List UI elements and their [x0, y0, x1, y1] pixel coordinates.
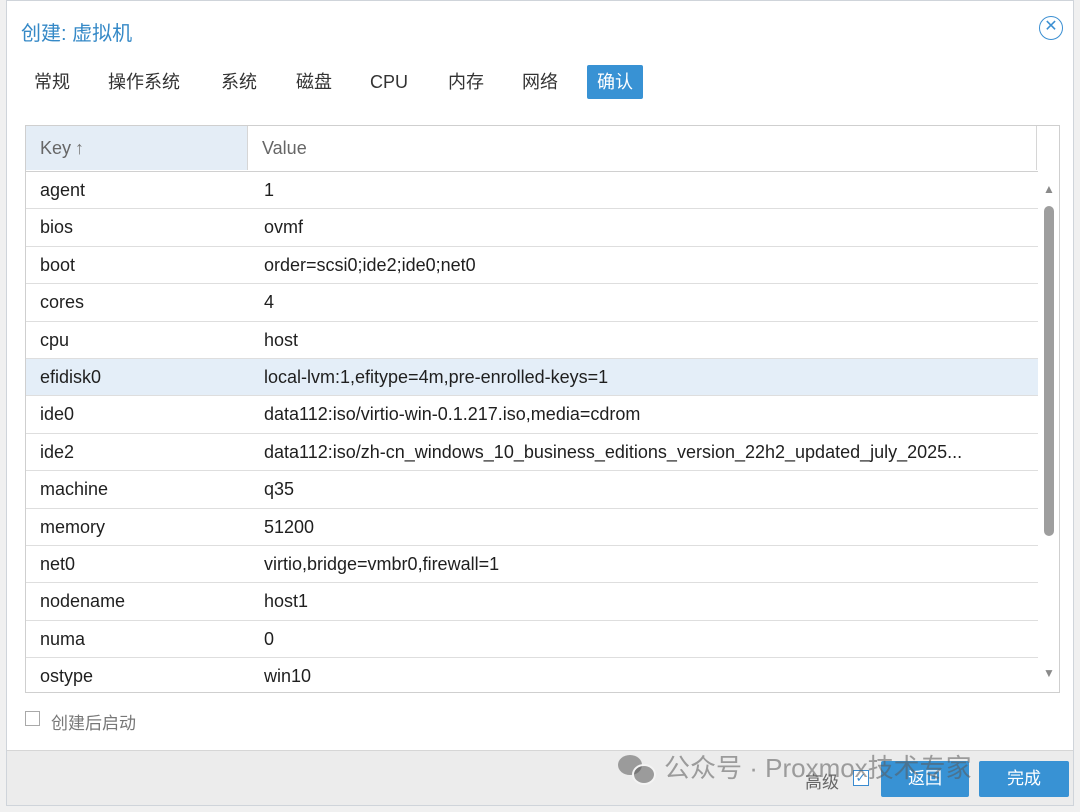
- row-value: 0: [264, 628, 275, 649]
- table-row[interactable]: ide2 data112:iso/zh-cn_windows_10_busines…: [26, 434, 1038, 472]
- row-value: 4: [264, 292, 275, 313]
- summary-grid: Key ↑ Value agent 1 bios ovmf boot order=scs…: [25, 125, 1060, 693]
- tab-memory[interactable]: 内存: [438, 65, 494, 99]
- grid-scrollbar[interactable]: ▲ ▼: [1039, 172, 1059, 692]
- tab-os[interactable]: 操作系统: [98, 65, 190, 99]
- row-key: agent: [40, 180, 86, 200]
- row-key: machine: [40, 479, 109, 500]
- advanced-checkbox[interactable]: ✓: [853, 770, 869, 786]
- table-row[interactable]: memory 51200: [26, 509, 1038, 546]
- row-value: 1: [264, 180, 275, 200]
- advanced-label: 高级: [805, 773, 839, 792]
- row-key: boot: [40, 254, 76, 275]
- scroll-up-icon[interactable]: ▲: [1039, 180, 1059, 198]
- table-row[interactable]: machine q35: [26, 471, 1038, 509]
- row-value: virtio,bridge=vmbr0,firewall=1: [264, 553, 500, 574]
- column-header-key-label: Key: [40, 138, 72, 158]
- row-value: win10: [264, 666, 312, 687]
- row-value: q35: [264, 479, 295, 500]
- table-row[interactable]: ostype win10: [26, 658, 1038, 692]
- wizard-tabs: 常规 操作系统 系统 磁盘 CPU 内存 网络 确认: [7, 64, 1073, 102]
- row-value: ovmf: [264, 217, 304, 238]
- close-icon[interactable]: ✕: [1039, 16, 1063, 40]
- start-after-created-label: 创建后启动: [51, 714, 136, 733]
- table-row[interactable]: bios ovmf: [26, 209, 1038, 247]
- table-row[interactable]: boot order=scsi0;ide2;ide0;net0: [26, 247, 1038, 285]
- row-key: ide0: [40, 404, 75, 425]
- dialog-footer: 高级 ✓ 返回 完成: [7, 750, 1073, 805]
- dialog-titlebar: 创建: 虚拟机 ✕: [7, 1, 1073, 55]
- table-row[interactable]: numa 0: [26, 621, 1038, 659]
- tab-system[interactable]: 系统: [211, 65, 267, 99]
- row-value: local-lvm:1,efitype=4m,pre-enrolled-keys…: [264, 366, 609, 387]
- start-after-created-checkbox[interactable]: [25, 711, 40, 726]
- row-value: data112:iso/zh-cn_windows_10_business_ed…: [264, 441, 963, 462]
- row-key: net0: [40, 553, 76, 574]
- row-key: ide2: [40, 441, 75, 462]
- tab-disks[interactable]: 磁盘: [286, 65, 342, 99]
- row-value: 51200: [264, 516, 315, 537]
- row-value: order=scsi0;ide2;ide0;net0: [264, 254, 476, 275]
- grid-header: Key ↑ Value: [26, 126, 1038, 172]
- row-key: bios: [40, 217, 74, 238]
- finish-button[interactable]: 完成: [979, 761, 1069, 797]
- table-row-selected[interactable]: efidisk0 local-lvm:1,efitype=4m,pre-enrol…: [26, 358, 1038, 397]
- tab-cpu[interactable]: CPU: [360, 65, 418, 99]
- row-key: numa: [40, 628, 86, 649]
- row-key: nodename: [40, 591, 126, 612]
- row-value: data112:iso/virtio-win-0.1.217.iso,media…: [264, 404, 641, 425]
- row-key: cores: [40, 292, 85, 313]
- table-row[interactable]: cores 4: [26, 284, 1038, 322]
- column-header-key[interactable]: Key ↑: [26, 126, 248, 170]
- grid-rows: agent 1 bios ovmf boot order=scsi0;ide2;ide…: [26, 172, 1038, 692]
- table-row[interactable]: nodename host1: [26, 583, 1038, 621]
- create-vm-dialog: 创建: 虚拟机 ✕ 常规 操作系统 系统 磁盘 CPU 内存 网络 确认 Key…: [6, 0, 1074, 806]
- row-key: cpu: [40, 329, 70, 350]
- table-row[interactable]: agent 1: [26, 172, 1038, 210]
- row-value: host1: [264, 591, 309, 612]
- table-row[interactable]: ide0 data112:iso/virtio-win-0.1.217.iso,m…: [26, 396, 1038, 434]
- row-value: host: [264, 329, 299, 350]
- back-button[interactable]: 返回: [881, 761, 969, 797]
- tab-network[interactable]: 网络: [512, 65, 568, 99]
- row-key: memory: [40, 516, 106, 537]
- row-key: efidisk0: [40, 366, 102, 387]
- scrollbar-thumb[interactable]: [1044, 206, 1054, 536]
- tab-general[interactable]: 常规: [24, 65, 80, 99]
- scroll-down-icon[interactable]: ▼: [1039, 664, 1059, 682]
- table-row[interactable]: cpu host: [26, 322, 1038, 359]
- row-key: ostype: [40, 666, 94, 687]
- column-header-value[interactable]: Value: [248, 126, 1037, 170]
- dialog-title: 创建: 虚拟机: [21, 23, 133, 45]
- sort-asc-icon: ↑: [75, 138, 85, 158]
- table-row[interactable]: net0 virtio,bridge=vmbr0,firewall=1: [26, 546, 1038, 584]
- tab-confirm[interactable]: 确认: [587, 65, 643, 99]
